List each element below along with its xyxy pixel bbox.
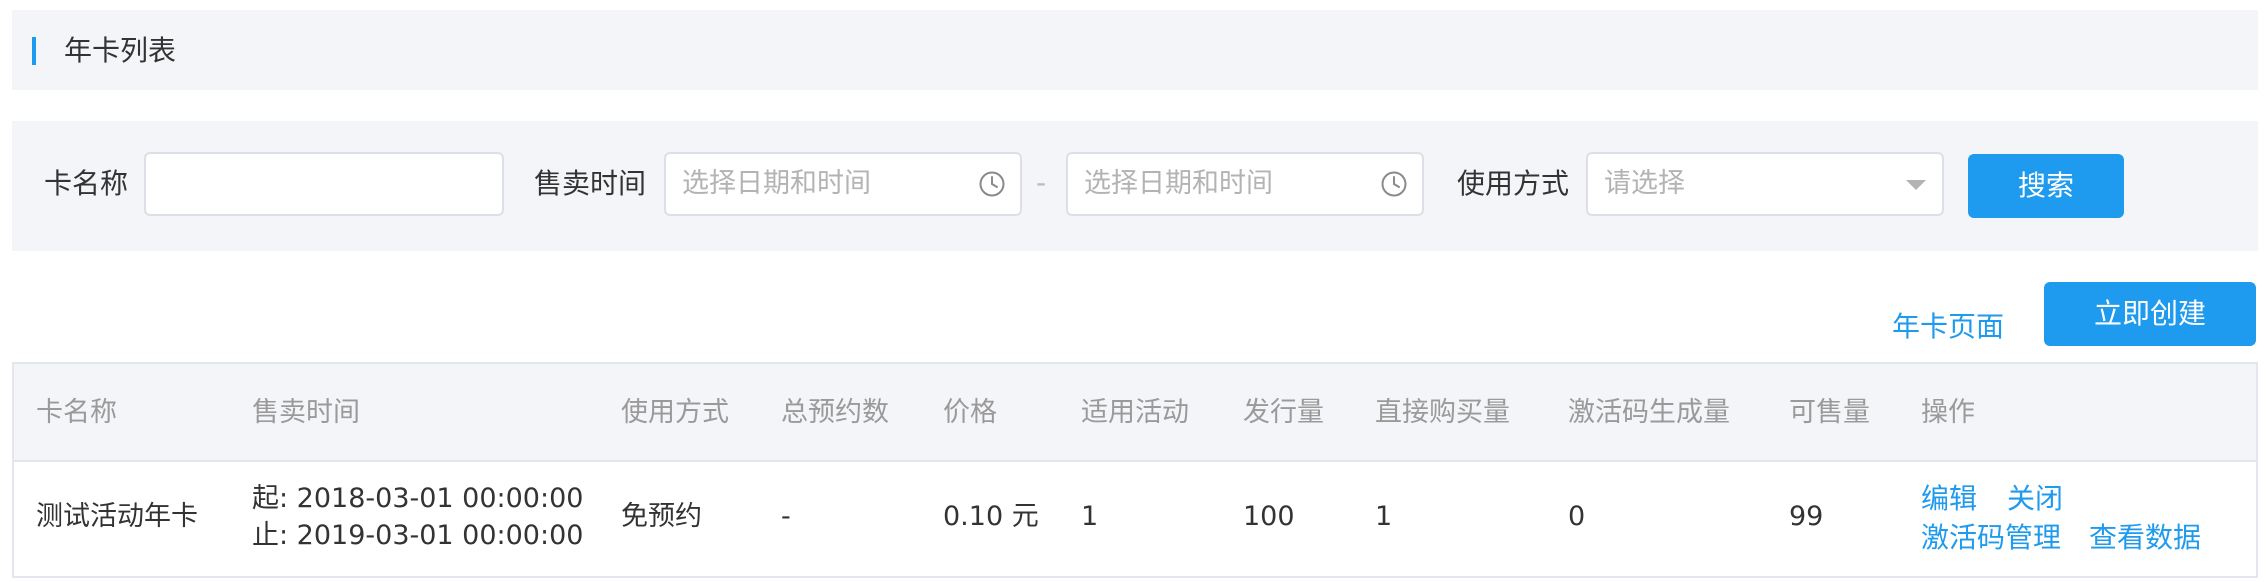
chevron-down-icon	[1906, 180, 1926, 190]
end-datetime-placeholder: 选择日期和时间	[1084, 168, 1273, 199]
column-header: 发行量	[1243, 397, 1324, 428]
end-datetime-picker[interactable]: 选择日期和时间	[1066, 152, 1424, 216]
cell-applicable-activities: 1	[1081, 501, 1099, 532]
search-button[interactable]: 搜索	[1968, 154, 2124, 218]
cell-available: 99	[1789, 501, 1824, 532]
cell-card-name: 测试活动年卡	[36, 501, 198, 532]
page-title: 年卡列表	[64, 34, 177, 67]
cell-codes-generated: 0	[1568, 501, 1586, 532]
sale-time-label: 售卖时间	[534, 167, 647, 200]
cell-price: 0.10 元	[943, 501, 1039, 532]
cell-total-reservations: -	[781, 501, 791, 532]
date-range-separator: -	[1036, 166, 1047, 199]
column-header: 激活码生成量	[1568, 397, 1730, 428]
cell-usage: 免预约	[621, 501, 702, 532]
usage-label: 使用方式	[1457, 167, 1570, 200]
cell-sale-start: 起: 2018-03-01 00:00:00	[252, 483, 584, 514]
column-header: 可售量	[1789, 397, 1870, 428]
start-datetime-placeholder: 选择日期和时间	[682, 168, 871, 199]
usage-select-placeholder: 请选择	[1604, 168, 1685, 199]
view-data-link[interactable]: 查看数据	[2089, 519, 2201, 557]
column-header: 卡名称	[36, 397, 117, 428]
column-header: 价格	[943, 397, 997, 428]
create-button[interactable]: 立即创建	[2044, 282, 2256, 346]
card-name-label: 卡名称	[44, 167, 129, 200]
column-header: 直接购买量	[1375, 397, 1510, 428]
column-header: 操作	[1921, 397, 1975, 428]
clock-icon	[1381, 171, 1407, 197]
close-link[interactable]: 关闭	[2007, 480, 2063, 518]
start-datetime-picker[interactable]: 选择日期和时间	[664, 152, 1022, 216]
column-header: 售卖时间	[252, 397, 360, 428]
activation-code-manage-link[interactable]: 激活码管理	[1921, 519, 2061, 557]
column-header: 适用活动	[1081, 397, 1189, 428]
column-header: 总预约数	[781, 397, 889, 428]
edit-link[interactable]: 编辑	[1921, 480, 1977, 518]
clock-icon	[979, 171, 1005, 197]
cell-sale-end: 止: 2019-03-01 00:00:00	[252, 520, 584, 551]
table-header: 卡名称 售卖时间 使用方式 总预约数 价格 适用活动 发行量 直接购买量 激活码…	[14, 364, 2256, 462]
cell-direct-purchases: 1	[1375, 501, 1393, 532]
page-header	[12, 10, 2258, 90]
cell-issued: 100	[1243, 501, 1295, 532]
usage-select[interactable]: 请选择	[1586, 152, 1944, 216]
page: 年卡列表 卡名称 售卖时间 选择日期和时间 - 选择日期和时间 使用方式 请选择…	[0, 0, 2266, 582]
header-accent-bar	[32, 37, 36, 65]
column-header: 使用方式	[621, 397, 729, 428]
year-card-page-link[interactable]: 年卡页面	[1892, 308, 2004, 346]
year-card-table: 卡名称 售卖时间 使用方式 总预约数 价格 适用活动 发行量 直接购买量 激活码…	[12, 362, 2258, 578]
card-name-input[interactable]	[144, 152, 504, 216]
